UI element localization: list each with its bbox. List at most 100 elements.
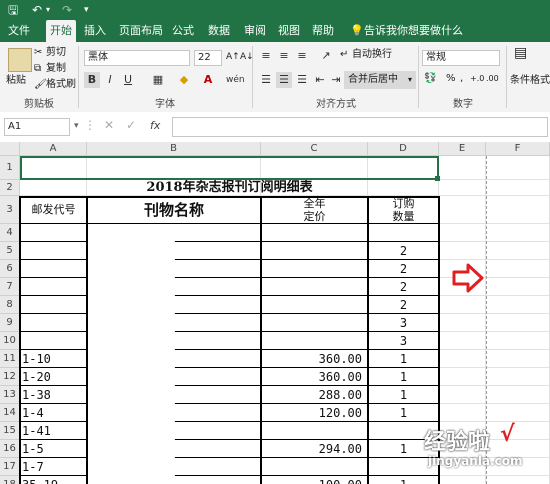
cell-annual-price[interactable] <box>261 242 368 260</box>
row-header-10[interactable]: 10 <box>0 332 20 350</box>
tab-view[interactable]: 视图 <box>274 20 304 42</box>
cell-annual-price[interactable]: 100.00 <box>261 476 368 484</box>
row-header-16[interactable]: 16 <box>0 440 20 458</box>
redo-icon[interactable]: ↷ <box>62 2 72 18</box>
column-header-d[interactable]: D <box>368 142 439 156</box>
align-right-icon[interactable]: ☰ <box>294 72 310 88</box>
row-header-14[interactable]: 14 <box>0 404 20 422</box>
cell-postal-code[interactable]: 1-20 <box>20 368 87 386</box>
orientation-icon[interactable]: ↗ <box>318 48 334 64</box>
cell-postal-code[interactable]: 1-41 <box>20 422 87 440</box>
tab-home[interactable]: 开始 <box>46 20 76 42</box>
formula-input[interactable] <box>172 117 548 137</box>
cell-order-qty[interactable]: 2 <box>368 278 439 296</box>
row-header-4[interactable]: 4 <box>0 224 20 242</box>
name-box-dropdown-icon[interactable]: ▾ <box>74 121 79 131</box>
cut-button[interactable]: 剪切 <box>46 46 66 60</box>
cell-annual-price[interactable] <box>261 314 368 332</box>
align-top-icon[interactable]: ≡ <box>258 48 274 64</box>
cell-postal-code[interactable] <box>20 314 87 332</box>
format-painter-button[interactable]: 格式刷 <box>46 78 76 92</box>
cell-postal-code[interactable] <box>20 260 87 278</box>
fill-color-icon[interactable]: ◆ <box>176 72 192 88</box>
row-header-1[interactable]: 1 <box>0 156 20 180</box>
row-header-5[interactable]: 5 <box>0 242 20 260</box>
cell-order-qty[interactable]: 3 <box>368 314 439 332</box>
enter-icon[interactable]: ✓ <box>126 118 136 132</box>
increase-font-icon[interactable]: A↑ <box>226 50 240 64</box>
comma-icon[interactable]: , <box>460 72 463 86</box>
undo-icon[interactable]: ↶ <box>32 2 42 18</box>
insert-function-button[interactable]: fx <box>150 119 160 132</box>
align-middle-icon[interactable]: ≡ <box>276 48 292 64</box>
row-header-9[interactable]: 9 <box>0 314 20 332</box>
number-format-select[interactable]: 常规 <box>422 50 500 66</box>
cell-postal-code[interactable]: 1-5 <box>20 440 87 458</box>
align-bottom-icon[interactable]: ≡ <box>294 48 310 64</box>
row-header-18[interactable]: 18 <box>0 476 20 484</box>
format-painter-icon[interactable]: 🖌 <box>34 78 47 92</box>
tab-formulas[interactable]: 公式 <box>168 20 198 42</box>
column-header-b[interactable]: B <box>87 142 261 156</box>
decrease-decimal-icon[interactable]: .00 <box>486 72 499 86</box>
cancel-icon[interactable]: ✕ <box>104 118 114 132</box>
selected-cell-a1[interactable] <box>20 156 439 180</box>
cell-order-qty[interactable]: 2 <box>368 296 439 314</box>
column-header-f[interactable]: F <box>486 142 550 156</box>
align-center-icon[interactable]: ☰ <box>276 72 292 88</box>
font-color-icon[interactable]: A <box>200 72 216 88</box>
cell-annual-price[interactable]: 360.00 <box>261 368 368 386</box>
copy-icon[interactable]: ⧉ <box>34 62 41 76</box>
row-header-3[interactable]: 3 <box>0 196 20 224</box>
row-header-8[interactable]: 8 <box>0 296 20 314</box>
cell-annual-price[interactable]: 120.00 <box>261 404 368 422</box>
cell-postal-code[interactable]: 1-38 <box>20 386 87 404</box>
row-header-7[interactable]: 7 <box>0 278 20 296</box>
cell-postal-code[interactable] <box>20 278 87 296</box>
cell-annual-price[interactable]: 294.00 <box>261 440 368 458</box>
worksheet-grid[interactable]: ABCDEF 123456789101112131415161718 2018年… <box>0 142 550 484</box>
fill-handle[interactable] <box>435 176 440 181</box>
tab-help[interactable]: 帮助 <box>308 20 338 42</box>
font-name-select[interactable]: 黑体 <box>84 50 190 66</box>
cell-annual-price[interactable]: 360.00 <box>261 350 368 368</box>
cell-annual-price[interactable] <box>261 422 368 440</box>
cell-postal-code[interactable] <box>20 242 87 260</box>
header-postal-code[interactable]: 邮发代号 <box>20 196 87 224</box>
column-header-a[interactable]: A <box>20 142 87 156</box>
row-header-12[interactable]: 12 <box>0 368 20 386</box>
cell-annual-price[interactable] <box>261 260 368 278</box>
cell-annual-price[interactable] <box>261 332 368 350</box>
tab-file[interactable]: 文件 <box>4 20 34 42</box>
tell-me-box[interactable]: 告诉我你想要做什么 <box>364 20 484 42</box>
underline-button[interactable]: U <box>120 72 136 88</box>
cell-order-qty[interactable]: 1 <box>368 386 439 404</box>
cell-annual-price[interactable] <box>261 458 368 476</box>
row-header-2[interactable]: 2 <box>0 180 20 196</box>
cell-order-qty[interactable]: 1 <box>368 476 439 484</box>
italic-button[interactable]: I <box>102 72 118 88</box>
paste-button[interactable]: 粘贴 <box>6 74 26 88</box>
cell-annual-price[interactable]: 288.00 <box>261 386 368 404</box>
select-all-corner[interactable] <box>0 142 20 156</box>
cell-order-qty[interactable]: 1 <box>368 368 439 386</box>
customize-toolbar-icon[interactable]: ▾ <box>84 2 89 18</box>
row-header-6[interactable]: 6 <box>0 260 20 278</box>
cell-order-qty[interactable]: 2 <box>368 260 439 278</box>
cell-postal-code[interactable] <box>20 332 87 350</box>
merge-dropdown-icon[interactable]: ▾ <box>408 73 412 87</box>
percent-button[interactable]: % <box>446 72 456 86</box>
column-header-e[interactable]: E <box>439 142 486 156</box>
conditional-format-icon[interactable]: ▤ <box>514 46 527 60</box>
save-icon[interactable]: 🖫 <box>8 2 18 18</box>
row-header-17[interactable]: 17 <box>0 458 20 476</box>
header-annual-price[interactable]: 全年 定价 <box>261 196 368 224</box>
name-box[interactable]: A1 <box>4 118 70 136</box>
merge-center-button[interactable]: 合并后居中 <box>348 73 398 87</box>
font-size-select[interactable]: 22 <box>194 50 222 66</box>
cell-order-qty[interactable]: 2 <box>368 242 439 260</box>
column-header-c[interactable]: C <box>261 142 368 156</box>
row-header-15[interactable]: 15 <box>0 422 20 440</box>
increase-decimal-icon[interactable]: +.0 <box>470 72 484 86</box>
row-header-11[interactable]: 11 <box>0 350 20 368</box>
